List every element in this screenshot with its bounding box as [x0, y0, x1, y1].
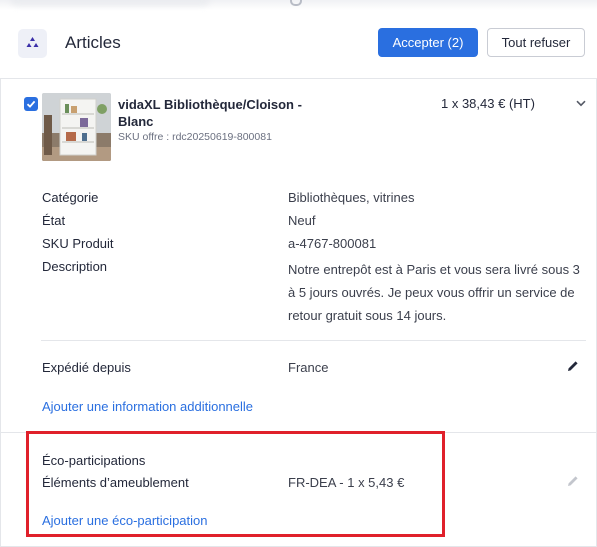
- detail-value-category: Bibliothèques, vitrines: [288, 190, 415, 205]
- eco-value: FR-DEA - 1 x 5,43 €: [288, 475, 405, 490]
- eco-label: Éléments d’ameublement: [42, 475, 189, 490]
- product-name[interactable]: vidaXL Bibliothèque/Cloison - Blanc: [118, 96, 318, 130]
- chevron-down-icon[interactable]: [576, 100, 586, 107]
- articles-icon: [18, 29, 47, 58]
- detail-value-description: Notre entrepôt est à Paris et vous sera …: [288, 262, 580, 323]
- product-image: [42, 93, 111, 161]
- refuse-all-button[interactable]: Tout refuser: [487, 28, 585, 57]
- product-price: 1 x 38,43 € (HT): [441, 96, 535, 111]
- item-checkbox[interactable]: [24, 97, 38, 111]
- detail-value-product-sku: a-4767-800081: [288, 236, 377, 251]
- product-sku-offer: SKU offre : rdc20250619-800081: [118, 131, 272, 143]
- accept-button[interactable]: Accepter (2): [378, 28, 478, 57]
- cube-cluster-icon: [26, 37, 39, 47]
- detail-label-product-sku: SKU Produit: [42, 236, 114, 251]
- detail-label-category: Catégorie: [42, 190, 99, 205]
- shipping-divider: [0, 432, 597, 433]
- add-eco-participation-link[interactable]: Ajouter une éco-participation: [42, 513, 208, 528]
- eco-heading: Éco-participations: [42, 453, 146, 468]
- pencil-icon[interactable]: [567, 475, 579, 487]
- header-divider: [0, 78, 597, 79]
- shipping-value: France: [288, 360, 329, 375]
- panel-left-border: [0, 78, 1, 547]
- add-additional-info-link[interactable]: Ajouter une information additionnelle: [42, 399, 253, 414]
- pencil-icon[interactable]: [567, 360, 579, 372]
- detail-label-description: Description: [42, 259, 108, 274]
- details-divider: [41, 340, 586, 341]
- section-title: Articles: [65, 33, 121, 52]
- top-shadow-blob: [10, 0, 210, 6]
- detail-label-condition: État: [42, 213, 66, 228]
- check-icon: [26, 100, 36, 108]
- detail-value-condition: Neuf: [288, 213, 316, 228]
- shipping-label: Expédié depuis: [42, 360, 131, 375]
